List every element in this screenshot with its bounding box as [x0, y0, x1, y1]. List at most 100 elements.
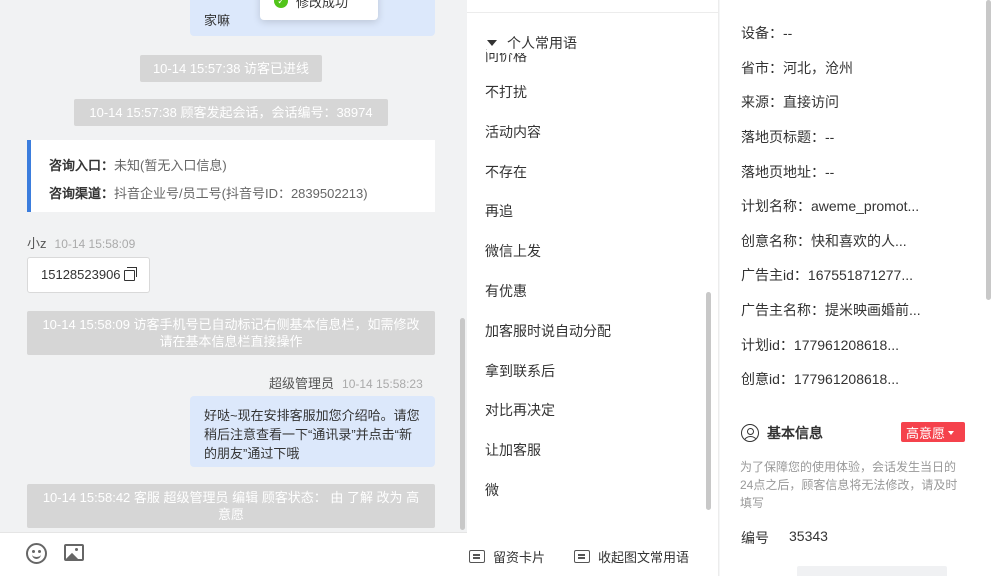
visitor-message-time: 10-14 15:58:09: [54, 237, 136, 251]
basic-info-header: 基本信息: [741, 423, 823, 443]
info-plan-name: 计划名称：aweme_promot...: [741, 196, 919, 216]
consult-channel-row: 咨询渠道：抖音企业号/员工号(抖音号ID：2839502213): [49, 180, 435, 208]
field-value: 河北，沧州: [783, 60, 853, 76]
info-number-row: 编号 35343: [741, 528, 828, 548]
system-message-visitor-joined: 10-14 15:57:38 访客已进线: [140, 55, 322, 82]
divider: [467, 12, 719, 13]
toast-text: 修改成功: [296, 0, 349, 10]
info-plan-id: 计划id：177961208618...: [741, 335, 899, 355]
field-value: 快和喜欢的人...: [811, 233, 907, 249]
field-value: aweme_promot...: [811, 198, 920, 214]
phrase-group-header[interactable]: 个人常用语: [487, 33, 583, 53]
phrase-item[interactable]: 不存在: [485, 162, 527, 182]
intent-status-dropdown[interactable]: 高意愿: [901, 422, 965, 442]
chevron-down-icon: [948, 430, 955, 435]
phrases-scrollbar[interactable]: [706, 292, 711, 510]
field-label: 省市：: [741, 60, 783, 76]
phrases-toolbar: 留资卡片 收起图文常用语: [467, 532, 719, 576]
info-input-field[interactable]: [797, 566, 947, 576]
phrase-item[interactable]: 微: [485, 480, 499, 500]
agent-message-time: 10-14 15:58:23: [342, 377, 423, 391]
phone-number-message[interactable]: 15128523906: [27, 257, 150, 293]
field-label: 计划名称：: [741, 198, 811, 214]
system-message-status-change: 10-14 15:58:42 客服 超级管理员 编辑 顾客状态： 由 了解 改为…: [27, 484, 435, 528]
intent-status-label: 高意愿: [906, 426, 946, 441]
chat-scrollbar[interactable]: [460, 318, 465, 530]
basic-info-title: 基本信息: [767, 425, 823, 441]
emoji-icon[interactable]: [26, 543, 47, 564]
consult-entry-label: 咨询入口：: [49, 158, 115, 173]
visitor-info-panel: 设备：-- 省市：河北，沧州 来源：直接访问 落地页标题：-- 落地页地址：--…: [720, 0, 993, 576]
info-landing-title: 落地页标题：--: [741, 127, 834, 147]
image-icon[interactable]: [64, 544, 84, 561]
edit-notice: 为了保障您的使用体验，会话发生当日的24点之后，顾客信息将无法修改，请及时填写: [740, 460, 958, 510]
consult-entry-row: 咨询入口：未知(暂无入口信息): [49, 152, 435, 180]
field-label: 落地页地址：: [741, 164, 825, 180]
number-value: 35343: [789, 528, 828, 544]
caret-down-icon: [487, 40, 497, 46]
visitor-message-meta: 小z 10-14 15:58:09: [27, 233, 135, 252]
info-landing-url: 落地页地址：--: [741, 162, 834, 182]
field-label: 广告主id：: [741, 267, 808, 283]
info-scrollbar[interactable]: [986, 0, 991, 300]
field-label: 设备：: [741, 25, 783, 41]
visitor-name: 小z: [27, 236, 47, 251]
consult-entry-value: 未知(暂无入口信息): [114, 158, 227, 173]
message-icon: [574, 550, 590, 563]
agent-name: 超级管理员: [269, 376, 335, 391]
system-message-phone-marked: 10-14 15:58:09 访客手机号已自动标记右侧基本信息栏，如需修改请在基…: [27, 311, 435, 355]
copy-icon[interactable]: [123, 267, 137, 281]
system-message-session-started: 10-14 15:57:38 顾客发起会话，会话编号：38974: [74, 99, 388, 126]
info-advertiser-name: 广告主名称：提米映画婚前...: [741, 300, 921, 320]
common-phrases-panel: 问价格 个人常用语 不打扰 活动内容 不存在 再追 微信上发 有优惠 加客服时说…: [467, 0, 719, 576]
check-icon: ✓: [274, 0, 288, 8]
number-label: 编号: [741, 530, 769, 546]
consult-channel-label: 咨询渠道：: [49, 186, 115, 201]
phrase-item[interactable]: 有优惠: [485, 281, 527, 301]
phrase-group-title: 个人常用语: [507, 35, 577, 51]
message-card-icon: [469, 550, 485, 563]
lead-card-button[interactable]: 留资卡片: [469, 547, 545, 566]
field-label: 计划id：: [741, 337, 794, 353]
info-advertiser-id: 广告主id：167551871277...: [741, 265, 913, 285]
field-value: 167551871277...: [807, 267, 914, 283]
field-label: 广告主名称：: [741, 302, 825, 318]
field-label: 创意id：: [741, 371, 794, 387]
success-toast: ✓ 修改成功: [260, 0, 378, 20]
app-root: 家嘛 ✓ 修改成功 10-14 15:57:38 访客已进线 10-14 15:…: [0, 0, 993, 576]
field-value: --: [783, 25, 793, 41]
phrase-item[interactable]: 微信上发: [485, 241, 541, 261]
collapse-phrases-button[interactable]: 收起图文常用语: [574, 547, 689, 566]
phrase-item[interactable]: 让加客服: [485, 440, 541, 460]
info-creative-name: 创意名称：快和喜欢的人...: [741, 231, 907, 251]
chat-bubble-agent: 好哒~现在安排客服加您介绍哈。请您稍后注意查看一下“通讯录”并点击“新的朋友”通…: [190, 396, 435, 467]
phrase-item[interactable]: 拿到联系后: [485, 361, 555, 381]
field-value: 直接访问: [783, 94, 839, 110]
bubble-text: 好哒~现在安排客服加您介绍哈。请您稍后注意查看一下“通讯录”并点击“新的朋友”通…: [204, 408, 420, 461]
user-icon: [741, 424, 759, 442]
field-label: 来源：: [741, 94, 783, 110]
consult-info-card: 咨询入口：未知(暂无入口信息) 咨询渠道：抖音企业号/员工号(抖音号ID：283…: [27, 140, 435, 212]
field-value: 提米映画婚前...: [825, 302, 921, 318]
info-creative-id: 创意id：177961208618...: [741, 369, 899, 389]
phrase-item[interactable]: 对比再决定: [485, 400, 555, 420]
lead-card-label: 留资卡片: [493, 550, 546, 565]
agent-message-meta: 超级管理员 10-14 15:58:23: [269, 373, 423, 392]
field-value: 177961208618...: [793, 371, 900, 387]
consult-channel-value: 抖音企业号/员工号(抖音号ID：2839502213): [114, 186, 368, 201]
chat-panel: 家嘛 ✓ 修改成功 10-14 15:57:38 访客已进线 10-14 15:…: [0, 0, 467, 576]
phone-number-text: 15128523906: [41, 267, 121, 282]
field-value: --: [825, 129, 835, 145]
field-label: 落地页标题：: [741, 129, 825, 145]
info-device: 设备：--: [741, 23, 792, 43]
field-label: 创意名称：: [741, 233, 811, 249]
phrase-item[interactable]: 不打扰: [485, 82, 527, 102]
info-source: 来源：直接访问: [741, 92, 839, 112]
info-province-city: 省市：河北，沧州: [741, 58, 853, 78]
phrase-item[interactable]: 加客服时说自动分配: [485, 321, 611, 341]
phrase-item[interactable]: 再追: [485, 201, 513, 221]
bubble-text: 家嘛: [204, 13, 231, 28]
phrase-item[interactable]: 活动内容: [485, 122, 541, 142]
field-value: 177961208618...: [793, 337, 900, 353]
collapse-phrases-label: 收起图文常用语: [598, 550, 690, 565]
